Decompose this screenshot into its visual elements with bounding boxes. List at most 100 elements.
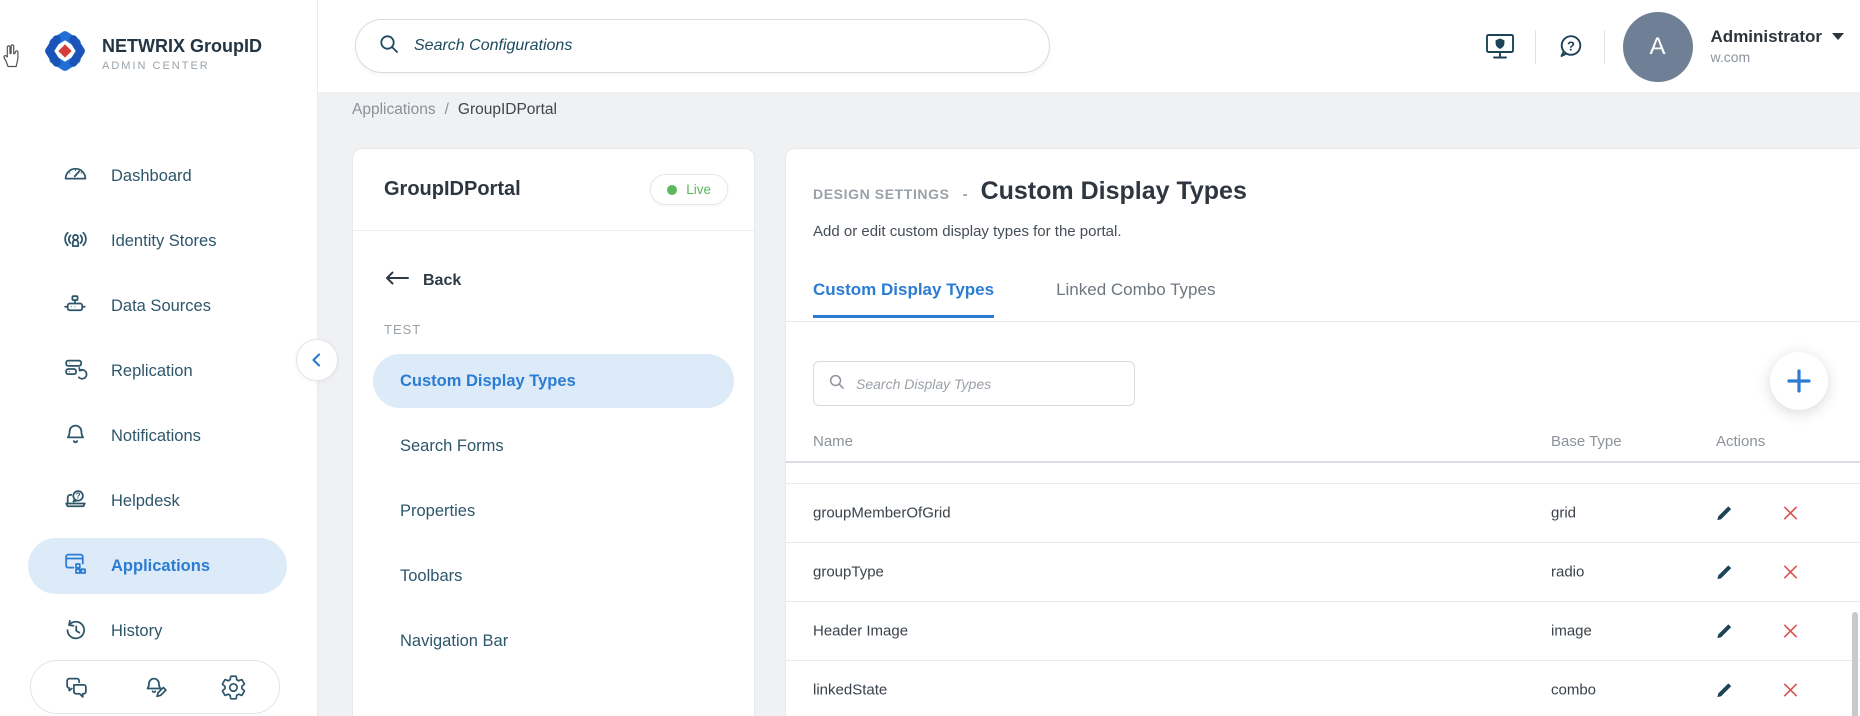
application-title: GroupIDPortal bbox=[384, 178, 521, 200]
menu-item-label: Toolbars bbox=[400, 566, 463, 585]
column-name: Name bbox=[813, 433, 854, 450]
sidebar-item-identity-stores[interactable]: Identity Stores bbox=[0, 209, 317, 274]
sidebar-item-label: Helpdesk bbox=[111, 492, 180, 510]
sidebar-item-dashboard[interactable]: Dashboard bbox=[0, 144, 317, 209]
sidebar: NETWRIX GroupID ADMIN CENTER Dashboard I… bbox=[0, 0, 318, 716]
tab-linked-combo-types[interactable]: Linked Combo Types bbox=[1056, 280, 1215, 318]
sidebar-item-label: Applications bbox=[111, 556, 211, 575]
edit-button[interactable] bbox=[1714, 503, 1735, 524]
panel-title: Custom Display Types bbox=[980, 177, 1247, 205]
edit-button[interactable] bbox=[1714, 562, 1735, 583]
bell-icon bbox=[62, 421, 89, 453]
helpdesk-icon: ? bbox=[62, 486, 89, 518]
topbar-divider bbox=[1534, 29, 1536, 64]
menu-item-custom-display-types[interactable]: Custom Display Types bbox=[373, 354, 734, 408]
panel-tabs: Custom Display Types Linked Combo Types bbox=[813, 280, 1215, 318]
menu-item-search-forms[interactable]: Search Forms bbox=[373, 419, 734, 473]
row-base-type: combo bbox=[1551, 681, 1597, 699]
breadcrumb: Applications / GroupIDPortal bbox=[352, 101, 557, 119]
tab-custom-display-types[interactable]: Custom Display Types bbox=[813, 280, 995, 318]
search-display-types-input[interactable] bbox=[856, 375, 1120, 392]
sidebar-item-label: Dashboard bbox=[111, 167, 192, 185]
sidebar-item-replication[interactable]: Replication bbox=[0, 339, 317, 404]
brand-subtitle: ADMIN CENTER bbox=[102, 59, 210, 72]
sidebar-item-history[interactable]: History bbox=[0, 599, 317, 664]
delete-button[interactable] bbox=[1781, 563, 1800, 582]
back-label: Back bbox=[423, 271, 462, 289]
breadcrumb-applications[interactable]: Applications bbox=[352, 101, 436, 118]
sidebar-item-data-sources[interactable]: Data Sources bbox=[0, 274, 317, 339]
sidebar-nav: Dashboard Identity Stores Data Sources R… bbox=[0, 144, 317, 664]
data-sources-icon bbox=[62, 291, 89, 323]
secure-monitor-icon[interactable] bbox=[1483, 31, 1517, 63]
edit-button[interactable] bbox=[1714, 621, 1735, 642]
sidebar-item-label: Notifications bbox=[111, 427, 201, 445]
sidebar-item-applications[interactable]: Applications bbox=[28, 538, 287, 594]
panel-eyebrow-separator: - bbox=[962, 186, 968, 203]
menu-item-toolbars[interactable]: Toolbars bbox=[373, 549, 734, 603]
row-name: Header Image bbox=[813, 622, 909, 640]
row-base-type: radio bbox=[1551, 563, 1585, 581]
menu-item-properties[interactable]: Properties bbox=[373, 484, 734, 538]
brand-name: NETWRIX GroupID bbox=[102, 35, 262, 56]
vertical-scrollbar[interactable] bbox=[1852, 612, 1858, 716]
edit-button[interactable] bbox=[1714, 680, 1735, 701]
delete-button[interactable] bbox=[1781, 622, 1800, 641]
table-row-partial bbox=[786, 465, 1860, 484]
menu-item-label: Properties bbox=[400, 501, 476, 520]
table-row: groupMemberOfGrid grid bbox=[786, 484, 1860, 543]
svg-text:?: ? bbox=[76, 490, 81, 500]
settings-gear-icon[interactable] bbox=[220, 674, 247, 701]
sidebar-item-notifications[interactable]: Notifications bbox=[0, 404, 317, 469]
search-configurations-input[interactable] bbox=[414, 37, 1027, 55]
chevron-down-icon bbox=[1832, 33, 1844, 41]
brand[interactable]: NETWRIX GroupID ADMIN CENTER bbox=[0, 0, 317, 79]
notification-edit-icon[interactable] bbox=[142, 674, 169, 701]
sidebar-item-label: Replication bbox=[111, 362, 193, 380]
netwrix-groupid-logo-icon bbox=[42, 28, 88, 79]
status-label: Live bbox=[686, 182, 711, 197]
panel-eyebrow: DESIGN SETTINGS bbox=[813, 186, 950, 202]
display-types-search[interactable] bbox=[813, 361, 1135, 406]
column-actions: Actions bbox=[1716, 433, 1766, 450]
sidebar-footer-toolbar bbox=[30, 660, 280, 714]
row-name: groupType bbox=[813, 563, 884, 581]
svg-text:?: ? bbox=[1567, 38, 1575, 53]
tab-label: Linked Combo Types bbox=[1056, 280, 1216, 299]
row-name: groupMemberOfGrid bbox=[813, 504, 951, 522]
display-types-table: groupMemberOfGrid grid groupType radio H… bbox=[786, 484, 1860, 716]
user-domain: w.com bbox=[1710, 49, 1751, 66]
search-icon bbox=[828, 373, 845, 395]
delete-button[interactable] bbox=[1781, 681, 1800, 700]
help-icon[interactable]: ? bbox=[1554, 31, 1586, 63]
delete-button[interactable] bbox=[1781, 504, 1800, 523]
sidebar-item-label: History bbox=[111, 622, 163, 640]
table-row: linkedState combo bbox=[786, 661, 1860, 716]
column-base-type: Base Type bbox=[1551, 433, 1622, 450]
table-row: groupType radio bbox=[786, 543, 1860, 602]
design-settings-menu: Custom Display Types Search Forms Proper… bbox=[353, 354, 754, 668]
user-avatar[interactable]: A bbox=[1622, 11, 1693, 82]
tab-label: Custom Display Types bbox=[813, 280, 995, 299]
panel-subtitle: Add or edit custom display types for the… bbox=[813, 223, 1122, 240]
sidebar-item-helpdesk[interactable]: ? Helpdesk bbox=[0, 469, 317, 534]
feedback-chat-icon[interactable] bbox=[63, 674, 90, 701]
global-search[interactable] bbox=[355, 19, 1050, 73]
status-badge: Live bbox=[650, 174, 728, 205]
admin-center-window: NETWRIX GroupID ADMIN CENTER Dashboard I… bbox=[0, 0, 1860, 716]
breadcrumb-separator: / bbox=[444, 101, 449, 118]
user-name: Administrator bbox=[1710, 27, 1822, 47]
sidebar-item-label: Data Sources bbox=[111, 297, 211, 315]
menu-item-navigation-bar[interactable]: Navigation Bar bbox=[373, 614, 734, 668]
user-menu[interactable]: Administrator w.com bbox=[1711, 26, 1844, 67]
mouse-cursor-hand bbox=[2, 42, 22, 73]
menu-item-label: Custom Display Types bbox=[400, 371, 576, 390]
add-display-type-button[interactable] bbox=[1770, 352, 1828, 410]
live-dot-icon bbox=[667, 184, 678, 195]
sidebar-collapse-button[interactable] bbox=[296, 339, 338, 381]
table-row: Header Image image bbox=[786, 602, 1860, 661]
back-button[interactable]: Back bbox=[384, 271, 723, 290]
tabs-divider bbox=[786, 321, 1860, 322]
application-card: GroupIDPortal Live Back TEST Custom Disp… bbox=[352, 148, 755, 716]
identity-stores-icon bbox=[62, 226, 89, 258]
